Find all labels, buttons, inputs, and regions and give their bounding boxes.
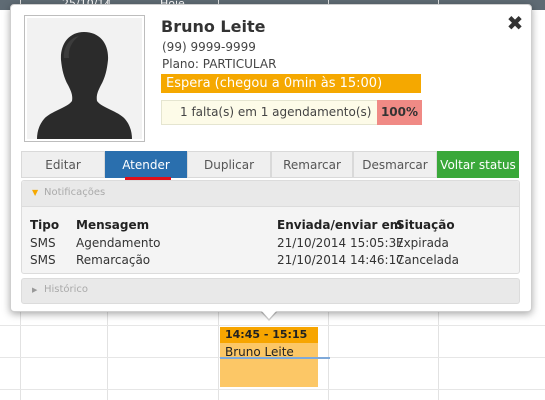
triangle-right-icon: ▶ [32, 286, 38, 294]
table-header-status: Situação [396, 218, 455, 232]
popup-pointer-fill [260, 309, 278, 319]
calendar-event[interactable]: 14:45 - 15:15 Bruno Leite [220, 327, 330, 387]
revert-status-button[interactable]: Voltar status [437, 151, 519, 178]
patient-plan: Plano: PARTICULAR [162, 57, 277, 71]
absence-percentage: 100% [377, 100, 422, 125]
patient-name: Bruno Leite [161, 17, 266, 36]
table-cell-status: Expirada [396, 236, 449, 250]
notifications-header[interactable]: ▼ Notificações [22, 181, 519, 207]
calendar-row-line [0, 325, 545, 326]
reschedule-button[interactable]: Remarcar [271, 151, 353, 178]
avatar [24, 15, 145, 142]
absence-text: 1 falta(s) em 1 agendamento(s) [180, 105, 372, 119]
patient-phone: (99) 9999-9999 [162, 40, 256, 54]
notifications-title: Notificações [44, 187, 106, 198]
table-header-message: Mensagem [76, 218, 150, 232]
person-silhouette-icon [37, 32, 132, 139]
calendar-row-line [0, 389, 545, 390]
history-panel[interactable]: ▶ Histórico [21, 278, 520, 304]
table-cell-status: Cancelada [396, 253, 459, 267]
status-badge: Espera (chegou a 0min às 15:00) [161, 74, 421, 93]
absence-summary: 1 falta(s) em 1 agendamento(s) 100% [161, 100, 422, 125]
notifications-panel: ▼ Notificações Tipo Mensagem Enviada/env… [21, 180, 520, 274]
table-header-type: Tipo [30, 218, 60, 232]
close-icon[interactable]: ✖ [505, 13, 525, 33]
table-cell-message: Remarcação [76, 253, 151, 267]
event-time: 14:45 - 15:15 [220, 327, 318, 343]
table-cell-sent: 21/10/2014 15:05:37 [277, 236, 404, 250]
attend-button[interactable]: Atender [105, 151, 187, 178]
edit-button[interactable]: Editar [21, 151, 105, 178]
appointment-popup: ✖ Bruno Leite (99) 9999-9999 Plano: PART… [10, 4, 532, 312]
table-cell-type: SMS [30, 253, 56, 267]
duplicate-button[interactable]: Duplicar [187, 151, 271, 178]
history-title: Histórico [44, 284, 89, 295]
table-cell-message: Agendamento [76, 236, 161, 250]
action-bar: Editar Atender Duplicar Remarcar Desmarc… [21, 151, 519, 178]
current-time-line [220, 357, 330, 359]
triangle-down-icon: ▼ [32, 188, 39, 197]
table-cell-type: SMS [30, 236, 56, 250]
unschedule-button[interactable]: Desmarcar [353, 151, 437, 178]
table-cell-sent: 21/10/2014 14:46:17 [277, 253, 404, 267]
table-header-sent: Enviada/enviar em [277, 218, 403, 232]
